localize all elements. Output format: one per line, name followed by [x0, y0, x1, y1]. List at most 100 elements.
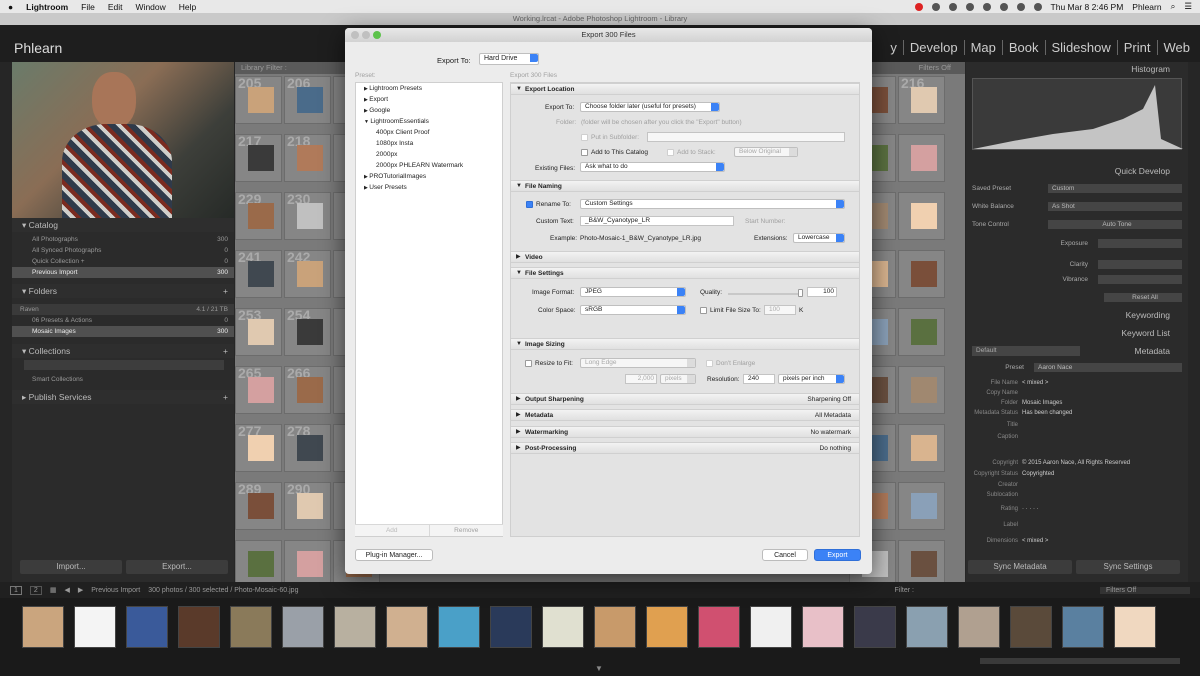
- location-export-to-select[interactable]: Choose folder later (useful for presets): [580, 102, 720, 112]
- filmstrip-thumbnail[interactable]: [334, 606, 376, 648]
- grid-thumbnail[interactable]: [297, 319, 323, 345]
- subfolder-input[interactable]: [647, 132, 845, 142]
- grid-thumbnail[interactable]: [297, 493, 323, 519]
- resolution-input[interactable]: 240: [743, 374, 775, 384]
- quality-slider-thumb[interactable]: [798, 289, 803, 297]
- plugin-manager-button[interactable]: Plug-in Manager...: [355, 549, 433, 561]
- catalog-item-selected[interactable]: Previous Import 300: [12, 267, 234, 278]
- resize-checkbox[interactable]: [525, 360, 532, 367]
- grid-thumbnail[interactable]: [911, 87, 937, 113]
- folder-item[interactable]: 06 Presets & Actions 0: [12, 315, 234, 326]
- grid-cell[interactable]: 206: [284, 75, 331, 124]
- saved-preset-select[interactable]: Custom: [1048, 184, 1182, 193]
- library-filter-label[interactable]: Library Filter :: [241, 63, 287, 72]
- grid-view-icon[interactable]: ▦: [50, 586, 57, 594]
- record-icon[interactable]: [914, 2, 923, 11]
- stack-position-select[interactable]: Below Original: [734, 147, 798, 157]
- grid-thumbnail[interactable]: [248, 319, 274, 345]
- section-output-sharpening[interactable]: ▶ Output Sharpening Sharpening Off: [511, 393, 859, 405]
- folders-header[interactable]: ▾ Folders +: [12, 284, 234, 298]
- publish-header[interactable]: ▸ Publish Services +: [12, 390, 234, 404]
- filmstrip-thumbnail[interactable]: [854, 606, 896, 648]
- grid-thumbnail[interactable]: [248, 493, 274, 519]
- screen-1-button[interactable]: 1: [10, 585, 22, 595]
- quick-develop-header[interactable]: Quick Develop: [966, 164, 1188, 178]
- resize-mode-select[interactable]: Long Edge: [580, 358, 696, 368]
- grid-cell[interactable]: 278: [284, 423, 331, 472]
- export-to-select[interactable]: Hard Drive: [479, 53, 539, 65]
- grid-cell[interactable]: [898, 250, 945, 298]
- cancel-button[interactable]: Cancel: [762, 549, 808, 561]
- grid-cell[interactable]: 265: [235, 365, 282, 414]
- section-post-processing[interactable]: ▶ Post-Processing Do nothing: [511, 442, 859, 454]
- filmstrip-thumbnail[interactable]: [958, 606, 1000, 648]
- limit-size-input[interactable]: 100: [764, 305, 796, 315]
- collections-header[interactable]: ▾ Collections +: [12, 344, 234, 358]
- metadata-value[interactable]: · · · · ·: [1022, 506, 1039, 516]
- preset-item[interactable]: 2000px: [376, 151, 397, 158]
- export-button[interactable]: Export...: [126, 560, 228, 574]
- grid-cell[interactable]: 277: [235, 423, 282, 472]
- grid-cell[interactable]: 266: [284, 365, 331, 414]
- grid-cell[interactable]: [898, 192, 945, 240]
- menu-window[interactable]: Window: [136, 2, 166, 12]
- preset-item[interactable]: 1080px Insta: [376, 140, 413, 147]
- import-button[interactable]: Import...: [20, 560, 122, 574]
- grid-cell[interactable]: 241: [235, 249, 282, 298]
- folder-item-selected[interactable]: Mosaic Images 300: [12, 326, 234, 337]
- search-icon[interactable]: ⌕: [1171, 1, 1176, 12]
- preset-folder[interactable]: ▶ Export: [364, 96, 388, 103]
- section-video[interactable]: ▶ Video: [511, 251, 859, 263]
- grid-cell[interactable]: [898, 134, 945, 182]
- filmstrip-thumbnail[interactable]: [282, 606, 324, 648]
- preset-item[interactable]: 2000px PHLEARN Watermark: [376, 162, 463, 169]
- rename-template-select[interactable]: Custom Settings: [580, 199, 845, 209]
- catalog-item[interactable]: All Synced Photographs 0: [12, 245, 234, 256]
- extensions-select[interactable]: Lowercase: [793, 233, 845, 243]
- grid-thumbnail[interactable]: [911, 145, 937, 171]
- grid-cell[interactable]: 205: [235, 75, 282, 124]
- filmstrip-thumbnail[interactable]: [646, 606, 688, 648]
- grid-thumbnail[interactable]: [248, 435, 274, 461]
- grid-thumbnail[interactable]: [297, 261, 323, 287]
- color-space-select[interactable]: sRGB: [580, 305, 686, 315]
- filmstrip-source[interactable]: Previous Import: [91, 587, 140, 594]
- grid-cell[interactable]: 290: [284, 481, 331, 530]
- filmstrip-thumbnail[interactable]: [74, 606, 116, 648]
- filmstrip-thumbnail[interactable]: [438, 606, 480, 648]
- filmstrip-scrollbar[interactable]: [980, 658, 1180, 664]
- screen-2-button[interactable]: 2: [29, 585, 42, 595]
- preset-folder[interactable]: ▶ User Presets: [364, 184, 407, 191]
- section-file-settings[interactable]: ▼ File Settings: [511, 267, 859, 279]
- grid-thumbnail[interactable]: [297, 551, 323, 577]
- metadata-preset-select[interactable]: Aaron Nace: [1034, 363, 1182, 372]
- grid-cell[interactable]: [284, 540, 331, 588]
- back-arrow-icon[interactable]: ◀: [64, 586, 69, 594]
- module-book[interactable]: Book: [1001, 40, 1045, 55]
- battery-icon[interactable]: [1033, 2, 1042, 11]
- menu-help[interactable]: Help: [179, 2, 196, 12]
- grid-cell[interactable]: 217: [235, 133, 282, 182]
- filmstrip-thumbnail[interactable]: [698, 606, 740, 648]
- filmstrip-thumbnail[interactable]: [1062, 606, 1104, 648]
- grid-cell[interactable]: 229: [235, 191, 282, 240]
- section-export-location[interactable]: ▼ Export Location: [511, 83, 859, 95]
- preset-folder[interactable]: ▶ Lightroom Presets: [364, 85, 422, 92]
- grid-cell[interactable]: 218: [284, 133, 331, 182]
- section-file-naming[interactable]: ▼ File Naming: [511, 180, 859, 192]
- tray-icon[interactable]: [982, 2, 991, 11]
- tray-icon[interactable]: [948, 2, 957, 11]
- grid-filters-off[interactable]: Filters Off: [919, 62, 951, 74]
- metadata-value[interactable]: < mixed >: [1022, 380, 1048, 390]
- filmstrip-thumbnail[interactable]: [178, 606, 220, 648]
- image-format-select[interactable]: JPEG: [580, 287, 686, 297]
- catalog-item[interactable]: All Photographs 300: [12, 234, 234, 245]
- add-stack-checkbox[interactable]: [667, 149, 674, 156]
- filmstrip-thumbnail[interactable]: [594, 606, 636, 648]
- grid-thumbnail[interactable]: [911, 261, 937, 287]
- sync-metadata-button[interactable]: Sync Metadata: [968, 560, 1072, 574]
- subfolder-checkbox[interactable]: [581, 134, 588, 141]
- grid-thumbnail[interactable]: [248, 145, 274, 171]
- module-map[interactable]: Map: [963, 40, 1002, 55]
- grid-cell[interactable]: [898, 540, 945, 588]
